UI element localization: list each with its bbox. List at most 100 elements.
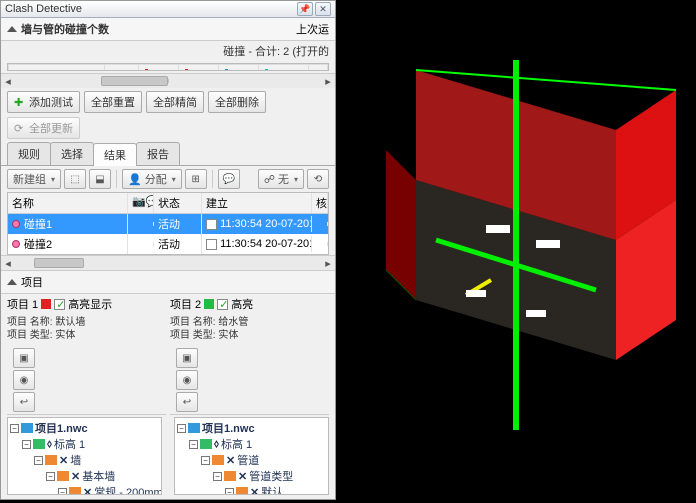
tests-header[interactable]: 墙与管的碰撞个数 上次运 [1,18,335,41]
collapse-icon[interactable]: − [58,488,67,496]
h-scrollbar[interactable]: ◂ m ▸ [1,73,335,88]
col-extra[interactable] [308,65,327,72]
focus-button[interactable]: ◉ [176,370,198,390]
col-reviewed[interactable]: 已审阅 [258,65,308,72]
file-icon [21,423,33,433]
col-status[interactable]: 状态 [154,193,202,213]
rerun-button[interactable]: ⟲ [307,169,329,189]
results-toolbar: 新建组 ⬚ ⬓ 👤分配 ⊞ 💬 ☍无 ⟲ [1,166,335,192]
col-new[interactable]: 新建 [179,65,219,72]
result-row[interactable]: 碰撞1 活动 11:30:54 20-07-2015 [8,214,328,234]
collapse-icon[interactable]: − [201,456,210,465]
tree-node[interactable]: 标高 1 [54,436,85,452]
test-actions: ✚添加测试 全部重置 全部精简 全部删除 ⟳全部更新 [1,88,335,142]
result-row[interactable]: 碰撞2 活动 11:30:54 20-07-2015 [8,234,328,254]
proj2-label: 项目 2 [170,296,201,312]
result-status: 活动 [154,214,202,234]
project-1: 项目 1 ✓ 高亮显示 [7,296,166,312]
col-name[interactable]: 名称 [8,193,128,213]
family-icon [57,471,69,481]
group-button[interactable]: ⬚ [64,169,86,189]
collapse-icon[interactable]: − [189,440,198,449]
red-swatch-icon [41,299,51,309]
items-header[interactable]: 项目 [1,270,335,294]
proj1-meta1: 项目 名称: 默认墙 [7,316,166,329]
col-status[interactable]: 状态 [104,65,138,72]
project-meta-row: 项目 名称: 默认墙项目 类型: 实体 项目 名称: 给水管项目 类型: 实体 [1,314,335,344]
focus-button[interactable]: ◉ [13,370,35,390]
ungroup-button[interactable]: ⬓ [89,169,111,189]
checkbox[interactable] [206,219,217,230]
results-header: 名称 📷💬 状态 建立 核准者 [8,193,328,214]
result-date: 11:30:54 20-07-2015 [220,218,312,230]
tree-node[interactable]: 常规 - 200mm [94,484,162,495]
3d-viewport[interactable] [336,0,696,500]
collapse-icon[interactable] [7,279,17,285]
scroll-left-icon[interactable]: ◂ [1,256,15,270]
checkbox[interactable] [206,239,217,250]
collapse-icon[interactable]: − [22,440,31,449]
tree-node[interactable]: 项目1.nwc [202,420,255,436]
plus-icon: ✚ [14,96,26,108]
scroll-right-icon[interactable]: ▸ [321,256,335,270]
tree-node[interactable]: 管道 [237,452,259,468]
project-2: 项目 2 ✓ 高亮 [170,296,329,312]
tree-node[interactable]: 项目1.nwc [35,420,88,436]
reset-all-button[interactable]: 全部重置 [84,91,142,113]
select-button[interactable]: ▣ [176,348,198,368]
collapse-icon[interactable]: − [225,488,234,496]
highlight-checkbox[interactable]: ✓ [54,299,65,310]
tree-2[interactable]: −项目1.nwc −⬨ 标高 1 −✕管道 −✕管道类型 −✕默认 −管道类型 … [174,417,329,495]
family-icon [224,471,236,481]
explode-button[interactable]: ⊞ [185,169,207,189]
tree-1[interactable]: −项目1.nwc −⬨ 标高 1 −✕墙 −✕基本墙 −✕常规 - 200mm … [7,417,162,495]
tree-node[interactable]: 管道类型 [249,468,293,484]
filter-none-button[interactable]: ☍无 [258,169,304,189]
collapse-icon[interactable]: − [10,424,19,433]
collapse-icon[interactable]: − [34,456,43,465]
assign-button[interactable]: 👤分配 [122,169,182,189]
collapse-icon[interactable]: − [213,472,222,481]
compact-all-button[interactable]: 全部精简 [146,91,204,113]
tab-report[interactable]: 报告 [136,142,180,165]
scroll-right-icon[interactable]: ▸ [321,74,335,88]
col-active[interactable]: 活动 [218,65,258,72]
col-name[interactable]: 名称 [9,65,105,72]
tab-select[interactable]: 选择 [50,142,94,165]
tab-rules[interactable]: 规则 [7,142,51,165]
tick-blue-icon [225,69,228,71]
collapse-icon[interactable] [7,26,17,32]
collapse-icon[interactable]: − [46,472,55,481]
type-icon [69,487,81,495]
col-approver[interactable]: 核准者 [312,193,328,213]
col-date[interactable]: 建立 [202,193,312,213]
col-clash[interactable]: 碰撞 [139,65,179,72]
proj1-meta2: 项目 类型: 实体 [7,329,166,342]
update-all-button[interactable]: ⟳全部更新 [7,117,80,139]
col-icons[interactable]: 📷💬 [128,193,154,213]
h-scrollbar-2[interactable]: ◂ m ▸ [1,255,335,270]
scroll-thumb[interactable] [101,76,168,86]
delete-all-button[interactable]: 全部删除 [208,91,266,113]
tree-node[interactable]: 默认 [261,484,283,495]
comment-button[interactable]: 💬 [218,169,240,189]
tree-node[interactable]: 基本墙 [82,468,115,484]
add-test-button[interactable]: ✚添加测试 [7,91,80,113]
scroll-left-icon[interactable]: ◂ [1,74,15,88]
back-button[interactable]: ↩ [176,392,198,412]
tree-node[interactable]: 墙 [70,452,81,468]
tick-red-icon [185,69,188,71]
tab-results[interactable]: 结果 [93,143,137,166]
tree-node[interactable]: 标高 1 [221,436,252,452]
back-button[interactable]: ↩ [13,392,35,412]
highlight-label: 高亮显示 [68,296,112,312]
summary-text: 碰撞 - 合计: 2 (打开的 [223,43,329,59]
highlight-checkbox[interactable]: ✓ [217,299,228,310]
green-swatch-icon [204,299,214,309]
select-button[interactable]: ▣ [13,348,35,368]
new-group-button[interactable]: 新建组 [7,169,61,189]
pin-button[interactable]: 📌 [297,2,313,16]
collapse-icon[interactable]: − [177,424,186,433]
close-button[interactable]: ✕ [315,2,331,16]
scroll-thumb[interactable] [34,258,84,268]
